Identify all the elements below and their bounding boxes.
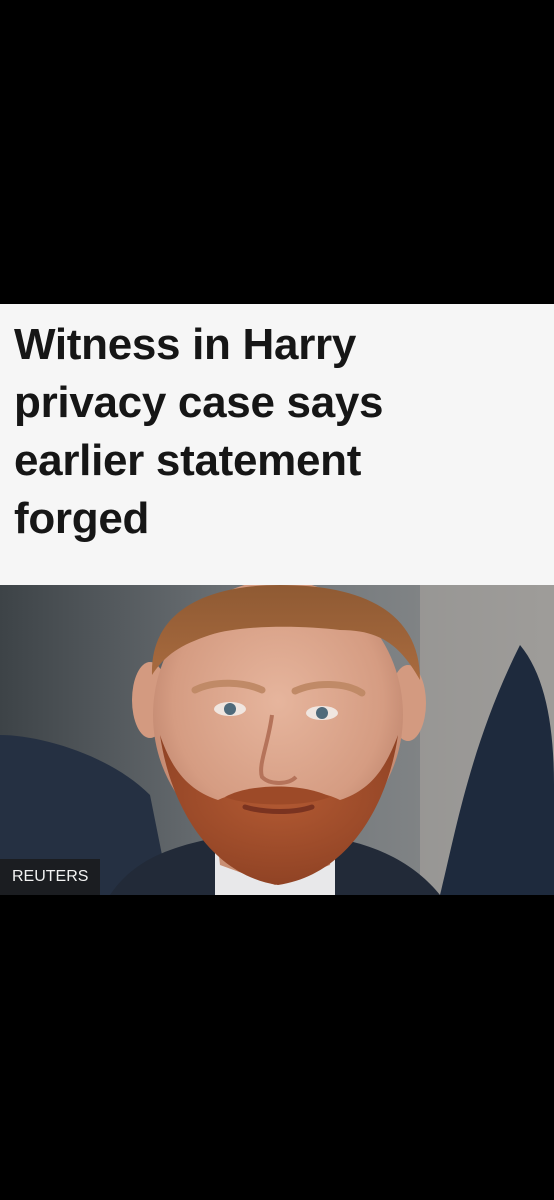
- letterbox-bottom: [0, 895, 554, 1200]
- portrait-photo-icon: [0, 585, 554, 895]
- article-photo: REUTERS: [0, 585, 554, 895]
- screenshot-frame: Witness in Harry privacy case says earli…: [0, 0, 554, 1200]
- letterbox-top: [0, 0, 554, 304]
- article-headline: Witness in Harry privacy case says earli…: [14, 320, 384, 543]
- photo-credit: REUTERS: [0, 859, 101, 895]
- headline-card: Witness in Harry privacy case says earli…: [0, 304, 554, 585]
